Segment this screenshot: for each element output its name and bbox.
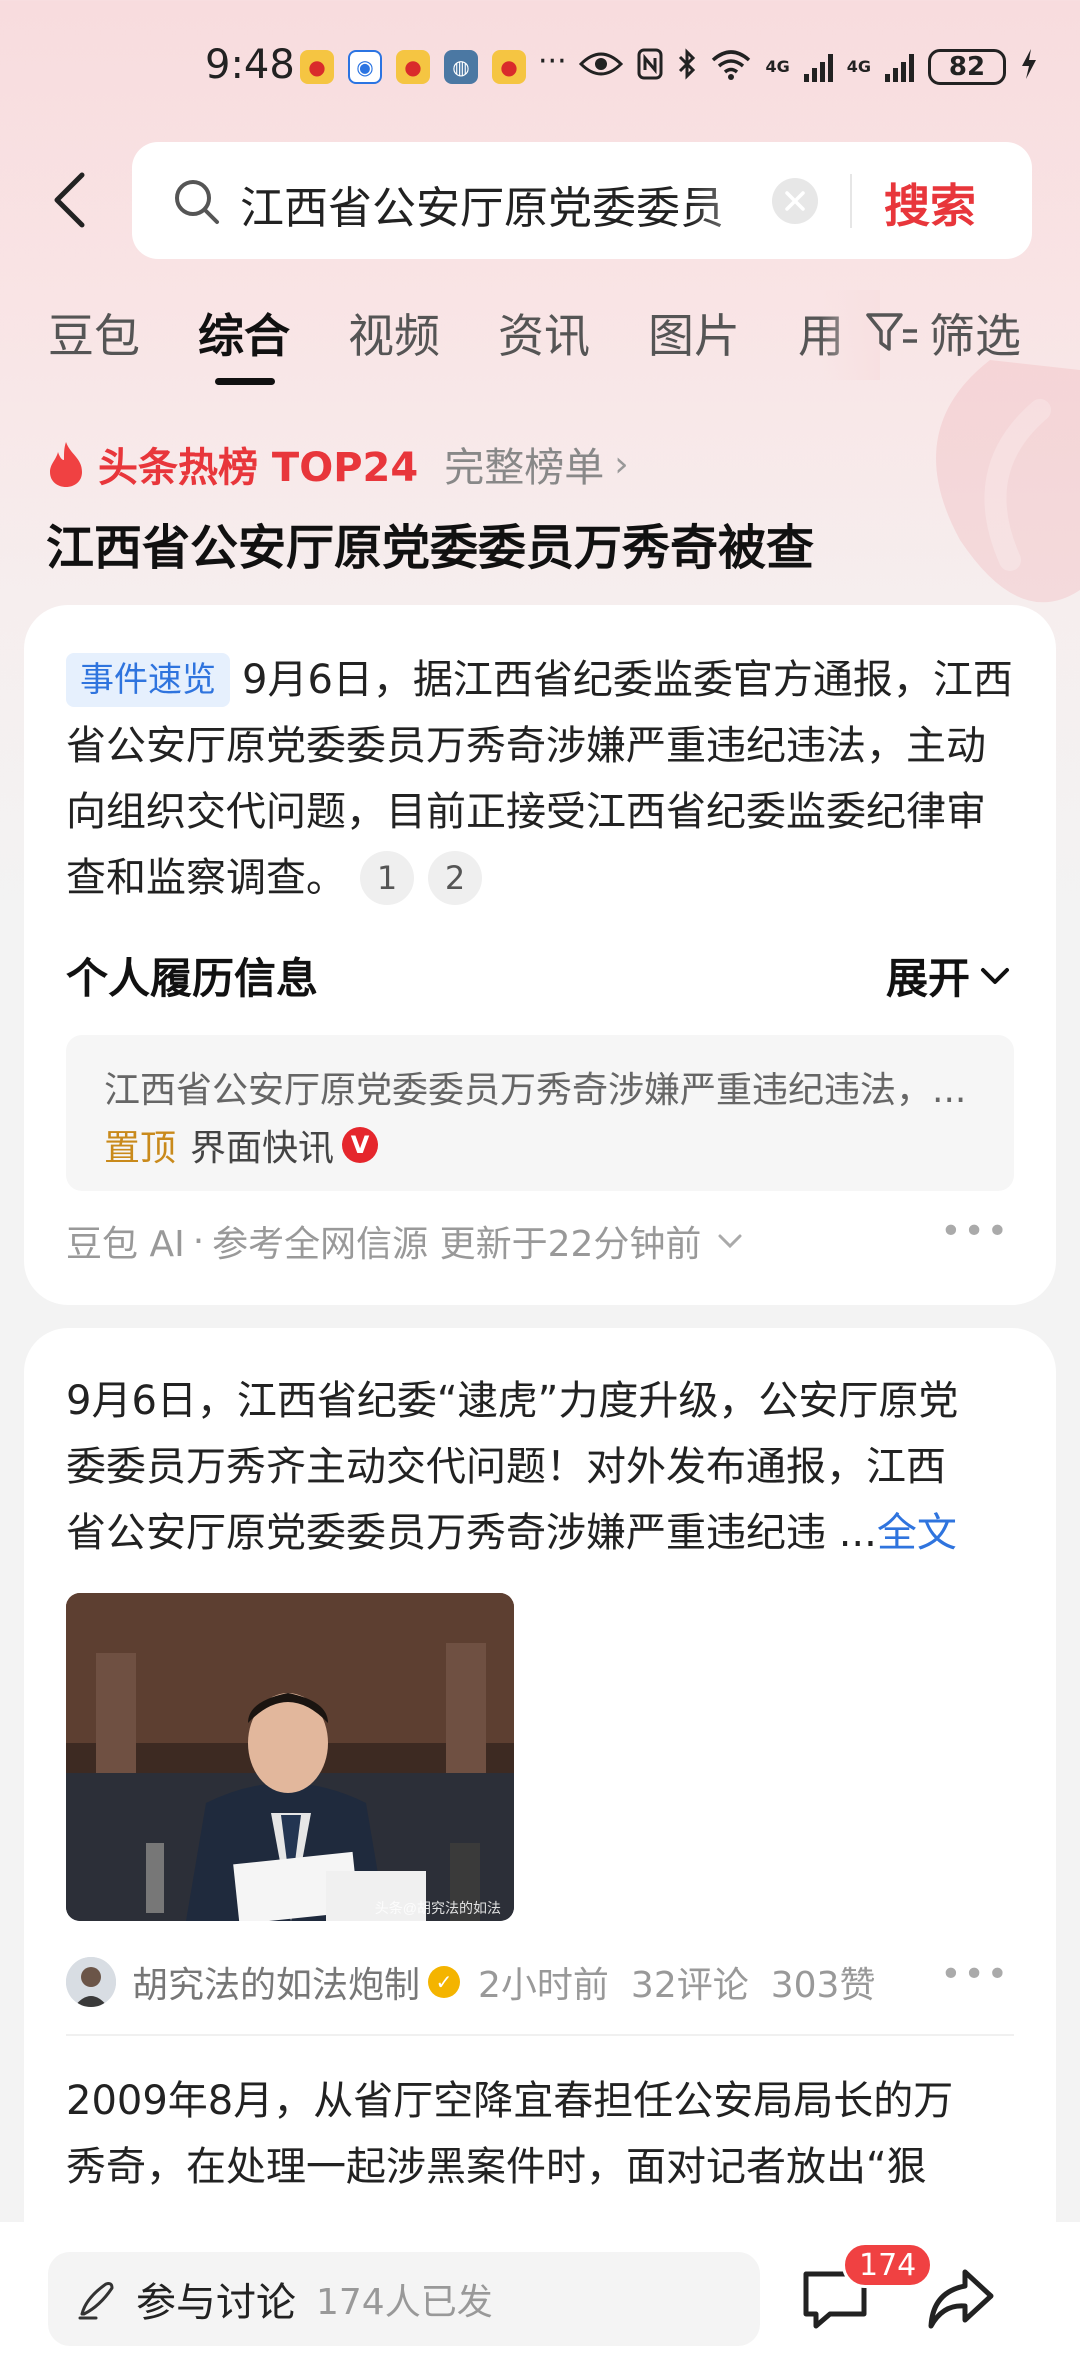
notification-icons: ● ◉ ● ◍ ● [300,50,526,84]
hot-list-rank: 头条热榜 TOP24 [98,445,419,491]
weibo-icon: ● [396,50,430,84]
pen-icon [78,2282,114,2320]
map-app-icon: ◉ [348,50,382,84]
charging-icon [1020,48,1038,85]
tab-doubao[interactable]: 豆包 [48,300,140,366]
signal-icon [803,52,833,82]
post-image[interactable]: 头条@胡究法的如法 [66,1593,514,1921]
ai-note: 参考全网信源 更新于22分钟前 [212,1224,702,1265]
author-row: 胡究法的如法炮制 ✓ 2小时前 32评论 303赞 [66,1956,897,2008]
back-button[interactable] [44,165,94,235]
join-discussion-button[interactable]: 参与讨论 174人已发 [48,2252,760,2346]
post-text: 9月6日，江西省纪委“逮虎”力度升级，公安厅原党 委委员万秀齐主动交代问题！对外… [66,1368,1036,1566]
post-line-last: 省公安厅原党委委员万秀奇涉嫌严重违纪违 ...全文 [66,1500,1036,1566]
image-watermark: 头条@胡究法的如法 [375,1900,501,1916]
network-type-2: 4G [846,56,871,76]
ai-separator: · [192,1220,205,1262]
like-count: 303赞 [770,1965,876,2006]
ai-source: 豆包 AI [66,1224,185,1265]
official-photo: 头条@胡究法的如法 [66,1593,514,1921]
comment-count: 32评论 [630,1965,749,2006]
search-box[interactable]: 江西省公安厅原党委委员 搜索 [132,142,1032,259]
verified-icon: ✓ [428,1966,461,1998]
full-list-link[interactable]: 完整榜单 [444,435,604,493]
section-title: 个人履历信息 [66,954,319,1003]
avatar[interactable] [66,1957,116,2007]
search-icon [175,180,219,224]
more-options-button[interactable]: ••• [940,1211,1010,1252]
share-button[interactable] [925,2264,995,2334]
chevron-right-icon: › [614,443,629,485]
more-notifications-icon: ··· [538,44,567,79]
post-text[interactable]: 2009年8月，从省厅空降宜春担任公安局局长的万 秀奇，在处理一起涉黑案件时，面… [66,2068,1036,2200]
bluetooth-icon [677,48,697,85]
event-summary-card: 事件速览 9月6日，据江西省纪委监委官方通报，江西省公安厅原党委委员万秀奇涉嫌严重… [24,605,1056,1305]
search-divider [850,174,852,228]
status-bar: 9:48 ● ◉ ● ◍ ● ··· 4G 4G 82 [0,0,1080,135]
bottom-bar: 参与讨论 174人已发 174 [0,2222,1080,2376]
post-time: 2小时前 [478,1965,609,2006]
discuss-label: 参与讨论 [136,2280,296,2326]
discuss-count: 174人已发 [316,2282,493,2323]
post-line: 委委员万秀齐主动交代问题！对外发布通报，江西 [66,1444,946,1490]
full-text-link[interactable]: 全文 [877,1510,957,1556]
ellipsis: ... [826,1510,877,1556]
ai-source-row[interactable]: 豆包 AI · 参考全网信源 更新于22分钟前 [66,1215,743,1267]
active-tab-indicator [215,378,275,385]
expand-label: 展开 [885,954,970,1003]
share-icon [928,2269,994,2329]
reference-2[interactable]: 2 [428,851,482,905]
hot-list-header[interactable]: 头条热榜 TOP24 完整榜单 › [46,435,629,493]
event-summary: 事件速览 9月6日，据江西省纪委监委官方通报，江西省公安厅原党委委员万秀奇涉嫌严重… [66,647,1016,911]
category-tabs: 豆包 综合 视频 资讯 图片 用 筛选 [0,290,1080,390]
network-type-1: 4G [765,56,790,76]
tab-video[interactable]: 视频 [348,300,440,366]
tab-news[interactable]: 资讯 [498,300,590,366]
post-line: 2009年8月，从省厅空降宜春担任公安局局长的万 [66,2078,954,2124]
nfc-icon [637,48,663,85]
source-name: 界面快讯 [190,1128,335,1169]
comment-count-badge: 174 [842,2242,934,2288]
flame-icon [50,442,82,487]
weibo-icon: ● [492,50,526,84]
clear-search-button[interactable] [772,178,818,224]
pinned-tag: 置顶 [104,1128,177,1169]
close-icon [785,191,805,211]
source-quote[interactable]: 江西省公安厅原党委委员万秀奇涉嫌严重违纪违法，... 置顶 界面快讯 V [66,1035,1014,1191]
tab-comprehensive[interactable]: 综合 [198,300,290,366]
divider [66,2034,1014,2036]
filter-label: 筛选 [929,309,1021,363]
verified-icon: V [342,1127,379,1163]
chevron-down-icon [718,1234,742,1249]
chevron-down-icon [981,967,1009,984]
post-line-text: 省公安厅原党委委员万秀奇涉嫌严重违纪违 [66,1510,826,1556]
filter-icon [866,313,917,351]
quote-source: 置顶 界面快讯 V [104,1119,379,1171]
search-input[interactable]: 江西省公安厅原党委委员 [240,172,800,230]
page-title: 江西省公安厅原党委委员万秀奇被查 [46,520,815,576]
battery-indicator: 82 [928,48,1006,85]
more-options-button[interactable]: ••• [940,1954,1010,1995]
status-indicators: 4G 4G 82 [579,48,1038,85]
status-time: 9:48 [205,42,295,88]
decorative-background-shape [936,360,1080,603]
quote-text: 江西省公安厅原党委委员万秀奇涉嫌严重违纪违法，... [104,1070,967,1111]
post-card[interactable]: 9月6日，江西省纪委“逮虎”力度升级，公安厅原党 委委员万秀齐主动交代问题！对外… [24,1328,1056,2376]
tab-images[interactable]: 图片 [648,300,740,366]
signal-icon [885,52,914,82]
wifi-icon [711,48,751,85]
author-name[interactable]: 胡究法的如法炮制 [132,1956,420,2008]
post-line: 秀奇，在处理一起涉黑案件时，面对记者放出“狠 [66,2144,927,2190]
expand-button[interactable]: 展开 [886,945,1010,1006]
reference-1[interactable]: 1 [360,851,414,905]
eye-icon [579,49,624,84]
post-line: 9月6日，江西省纪委“逮虎”力度升级，公安厅原党 [66,1378,959,1424]
event-summary-badge: 事件速览 [66,653,230,707]
search-button[interactable]: 搜索 [884,170,976,236]
weibo-icon: ● [300,50,334,84]
chevron-left-icon [54,172,85,228]
planet-app-icon: ◍ [444,50,478,84]
filter-button[interactable]: 筛选 [865,300,1021,366]
